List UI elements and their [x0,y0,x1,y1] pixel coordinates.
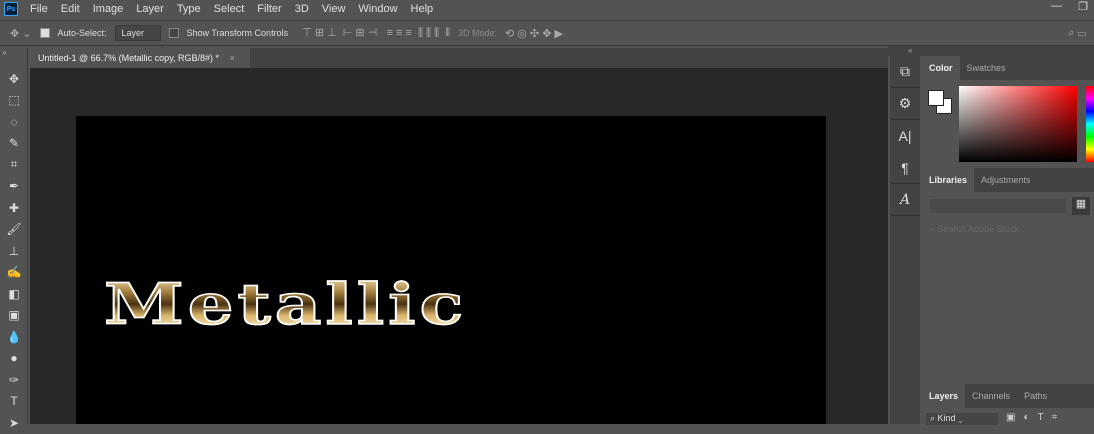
tab-color[interactable]: Color [922,56,960,80]
tab-channels[interactable]: Channels [965,384,1017,408]
close-tab-icon[interactable]: × [230,53,235,63]
menu-image[interactable]: Image [93,3,124,15]
panel-dock: ⧉ ⚙ A| ¶ A [890,56,920,424]
healing-brush-icon[interactable]: ✚ [0,197,28,219]
lasso-tool-icon[interactable]: ◌ [0,111,28,133]
tab-swatches[interactable]: Swatches [960,56,1013,80]
move-tool-icon[interactable]: ✥ ⌄ [10,27,32,40]
search-icon[interactable]: ⌕ ▭ [1068,27,1086,40]
menu-3d[interactable]: 3D [295,3,309,15]
menu-bar: Ps File Edit Image Layer Type Select Fil… [0,0,1094,18]
auto-select-dropdown[interactable]: Layer [114,25,161,41]
kind-label: Kind [937,413,956,423]
brush-tool-icon[interactable]: 🖌 [0,219,28,241]
menu-filter[interactable]: Filter [257,3,281,15]
tools-panel: » ✥ ⬚ ◌ ✎ ⌗ ✒ ✚ 🖌 ⊥ ✍ ◧ ▣ 💧 ● ✑ T ➤ [0,48,28,430]
move-tool-icon[interactable]: ✥ [0,68,28,90]
paragraph-icon[interactable]: ¶ [890,152,920,184]
tab-layers[interactable]: Layers [922,384,966,408]
foreground-color-swatch[interactable] [928,90,944,106]
pen-tool-icon[interactable]: ✑ [0,369,28,391]
character-icon[interactable]: A| [890,120,920,152]
document-tabs: Untitled-1 @ 66.7% (Metallic copy, RGB/8… [30,48,888,68]
menu-edit[interactable]: Edit [61,3,80,15]
menu-help[interactable]: Help [411,3,434,15]
type-tool-icon[interactable]: T [0,391,28,413]
menu-window[interactable]: Window [358,3,397,15]
document-tab-title: Untitled-1 @ 66.7% (Metallic copy, RGB/8… [38,53,220,63]
menu-file[interactable]: File [30,3,48,15]
eyedropper-icon[interactable]: ✒ [0,176,28,198]
menu-select[interactable]: Select [214,3,245,15]
glyphs-icon[interactable]: A [890,184,920,216]
layer-filter-icons[interactable]: ▣◐T⌗ [1006,412,1065,423]
stamp-tool-icon[interactable]: ⊥ [0,240,28,262]
library-dropdown[interactable] [930,199,1066,213]
canvas-area: Metallic [30,68,888,424]
auto-select-checkbox[interactable] [39,28,50,38]
3d-tools-icons[interactable]: ⟲ ◎ ✣ ✥ ▶ [505,27,563,40]
stock-search-input[interactable]: ⌕ Search Adobe Stock [930,224,1019,235]
blur-tool-icon[interactable]: 💧 [0,326,28,348]
tab-libraries[interactable]: Libraries [922,168,975,192]
layers-panel-tabs: Layers Channels Paths [922,384,1094,408]
hue-slider[interactable] [1086,86,1094,162]
show-transform-label: Show Transform Controls [186,28,289,38]
grid-view-icon[interactable]: ▦ [1072,197,1090,215]
metallic-text-layer[interactable]: Metallic [103,275,467,333]
dodge-tool-icon[interactable]: ● [0,348,28,370]
menu-layer[interactable]: Layer [136,3,164,15]
options-bar: ✥ ⌄ Auto-Select: Layer Show Transform Co… [0,20,1094,46]
marquee-tool-icon[interactable]: ⬚ [0,90,28,112]
3d-mode-label: 3D Mode: [457,28,497,38]
tab-adjustments[interactable]: Adjustments [974,168,1038,192]
history-icon[interactable]: ⧉ [890,56,920,88]
layer-filter-kind[interactable]: ⌕ Kind ⌄ [926,413,998,425]
history-brush-icon[interactable]: ✍ [0,262,28,284]
document-canvas[interactable]: Metallic [76,116,826,424]
restore-icon[interactable]: ❐ [1078,0,1088,13]
color-picker-field[interactable] [959,86,1077,162]
search-placeholder: Search Adobe Stock [937,224,1020,234]
gradient-tool-icon[interactable]: ▣ [0,305,28,327]
eraser-icon[interactable]: ◧ [0,283,28,305]
auto-select-label: Auto-Select: [57,28,107,38]
tab-paths[interactable]: Paths [1017,384,1054,408]
crop-tool-icon[interactable]: ⌗ [0,154,28,176]
show-transform-checkbox[interactable] [168,28,179,38]
libraries-panel-tabs: Libraries Adjustments [922,168,1094,192]
align-icons[interactable]: ⊤ ⊞ ⊥ ⊢ ⊞ ⊣ ≡ ≡ ≡ ⫼ ⫼ ⫼ ⫴ [296,26,450,40]
properties-icon[interactable]: ⚙ [890,88,920,120]
path-select-icon[interactable]: ➤ [0,412,28,434]
menu-type[interactable]: Type [177,3,201,15]
minimize-icon[interactable]: — [1051,0,1062,13]
collapse-panels-icon[interactable]: « [888,46,1094,56]
photoshop-logo: Ps [4,2,18,16]
right-panels: Color Swatches Libraries Adjustments ▦ ⌕… [922,56,1094,425]
color-panel-tabs: Color Swatches [922,56,1094,80]
menu-view[interactable]: View [322,3,346,15]
window-controls: — ❐ [1051,0,1088,13]
document-tab[interactable]: Untitled-1 @ 66.7% (Metallic copy, RGB/8… [30,48,250,68]
quick-select-icon[interactable]: ✎ [0,133,28,155]
